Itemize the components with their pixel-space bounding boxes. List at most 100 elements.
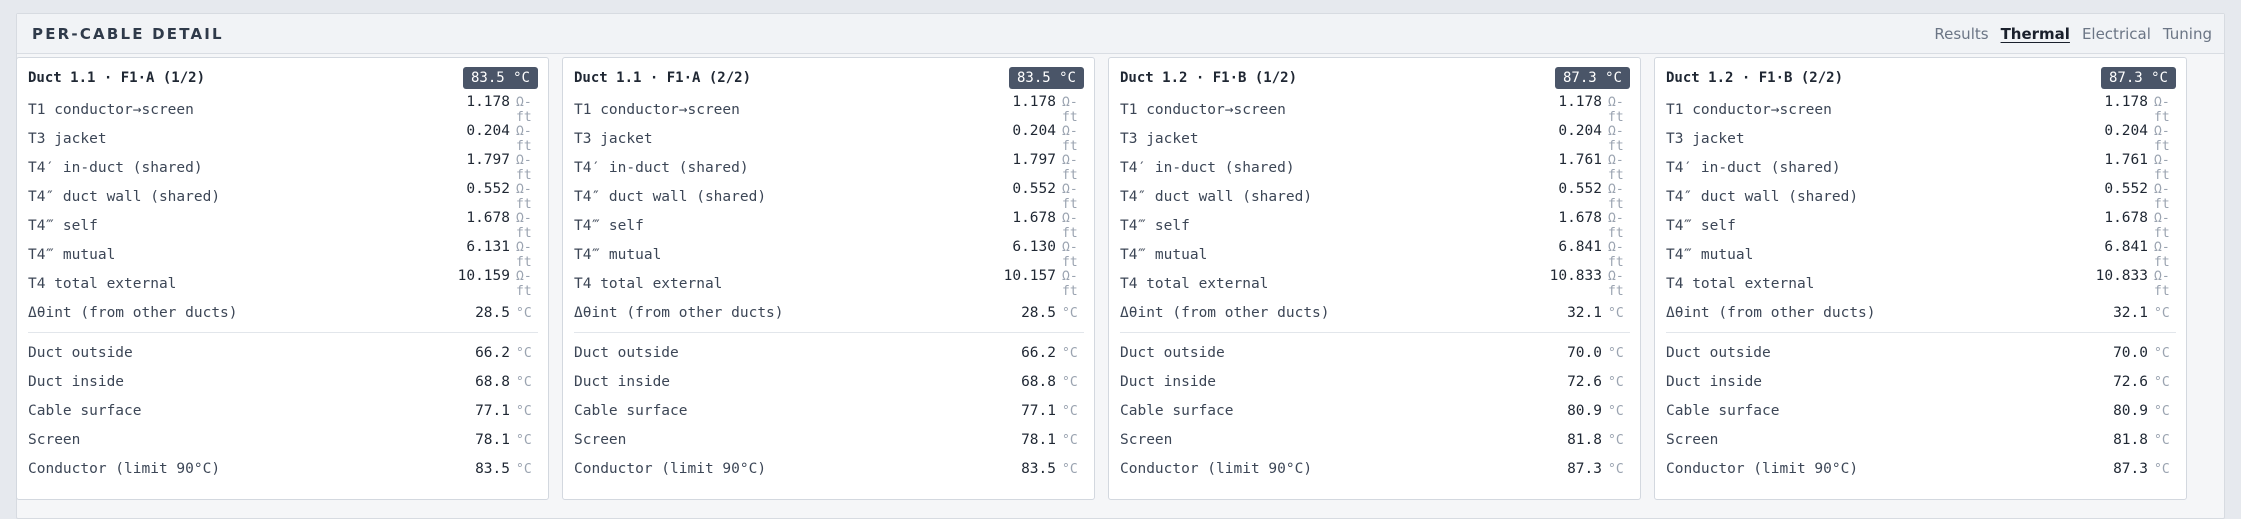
row-unit: Ω-ft [1062, 95, 1078, 125]
row-value: 32.1 [1567, 304, 1602, 321]
row-label: T1 conductor→screen [1120, 101, 1286, 118]
row-unit: Ω-ft [2154, 182, 2170, 212]
temperature-row: Duct inside 68.8 °C [574, 367, 1084, 396]
row-unit: °C [2154, 374, 2170, 390]
tab-tuning[interactable]: Tuning [2163, 25, 2212, 43]
resistance-row: T1 conductor→screen 1.178 Ω-ft [1666, 94, 2176, 125]
row-value: 0.204 [1558, 123, 1602, 139]
resistance-row: T1 conductor→screen 1.178 Ω-ft [1120, 94, 1630, 125]
resistance-row: T4‴ mutual 6.131 Ω-ft [28, 239, 538, 270]
row-label: T3 jacket [1120, 130, 1199, 147]
temperature-row: Cable surface 77.1 °C [28, 396, 538, 425]
row-label: T4‴ mutual [1666, 246, 1754, 263]
temperature-row: Conductor (limit 90°C) 87.3 °C [1666, 454, 2176, 483]
row-unit: °C [1608, 461, 1624, 477]
row-label: Duct outside [28, 344, 133, 361]
card-title: Duct 1.2 · F1·B (2/2) [1666, 69, 1844, 86]
card-header: Duct 1.2 · F1·B (2/2) 87.3 °C [1666, 58, 2176, 95]
resistance-row: T4‴ self 1.678 Ω-ft [1666, 210, 2176, 241]
row-label: T4 total external [28, 275, 177, 292]
row-value: 80.9 [1567, 402, 1602, 419]
tab-results[interactable]: Results [1934, 25, 1988, 43]
temperature-row: Conductor (limit 90°C) 87.3 °C [1120, 454, 1630, 483]
temperature-row: Duct outside 66.2 °C [28, 338, 538, 367]
row-value: 10.157 [1003, 268, 1056, 284]
row-value-group: 1.678 Ω-ft [2104, 210, 2176, 241]
row-label: T1 conductor→screen [574, 101, 740, 118]
row-value-group: 66.2 °C [1021, 345, 1084, 361]
row-label: T4′ in-duct (shared) [1666, 159, 1841, 176]
card-title: Duct 1.1 · F1·A (2/2) [574, 69, 752, 86]
row-value: 68.8 [1021, 373, 1056, 390]
panel-title: PER-CABLE DETAIL [32, 24, 224, 43]
row-value-group: 1.797 Ω-ft [1012, 152, 1084, 183]
conductor-temp-badge: 87.3 °C [1554, 66, 1630, 89]
row-label: T4″ duct wall (shared) [1666, 188, 1859, 205]
row-unit: °C [1062, 305, 1078, 321]
row-unit: Ω-ft [516, 182, 532, 212]
row-label: T4‴ mutual [1120, 246, 1208, 263]
row-unit: Ω-ft [1062, 240, 1078, 270]
cable-cards: Duct 1.1 · F1·A (1/2) 83.5 °C T1 conductor… [16, 57, 2187, 500]
row-label: T4 total external [1120, 275, 1269, 292]
row-value: 6.131 [466, 239, 510, 255]
row-label: T3 jacket [574, 130, 653, 147]
row-value: 72.6 [1567, 373, 1602, 390]
row-value: 6.130 [1012, 239, 1056, 255]
conductor-temp-badge: 87.3 °C [2100, 66, 2176, 89]
row-value-group: 6.841 Ω-ft [2104, 239, 2176, 270]
row-value-group: 87.3 °C [1567, 461, 1630, 477]
row-value-group: 83.5 °C [475, 461, 538, 477]
row-value: 66.2 [475, 344, 510, 361]
temperature-row: Conductor (limit 90°C) 83.5 °C [28, 454, 538, 483]
row-unit: °C [1608, 403, 1624, 419]
row-value-group: 1.678 Ω-ft [466, 210, 538, 241]
row-unit: Ω-ft [1608, 182, 1624, 212]
row-unit: °C [516, 461, 532, 477]
row-value: 0.204 [2104, 123, 2148, 139]
conductor-temp-badge: 83.5 °C [1008, 66, 1084, 89]
row-label: Cable surface [28, 402, 142, 419]
row-label: Screen [1666, 431, 1719, 448]
row-value-group: 66.2 °C [475, 345, 538, 361]
row-label: T4‴ mutual [574, 246, 662, 263]
row-value-group: 28.5 °C [475, 305, 538, 321]
row-value-group: 1.678 Ω-ft [1558, 210, 1630, 241]
temperature-row: Screen 78.1 °C [28, 425, 538, 454]
row-value-group: 1.178 Ω-ft [2104, 94, 2176, 125]
resistance-row: T4″ duct wall (shared) 0.552 Ω-ft [1120, 181, 1630, 212]
row-value-group: 70.0 °C [1567, 345, 1630, 361]
row-value: 0.552 [1558, 181, 1602, 197]
row-value-group: 32.1 °C [1567, 305, 1630, 321]
row-value-group: 68.8 °C [475, 374, 538, 390]
resistance-row: T1 conductor→screen 1.178 Ω-ft [28, 94, 538, 125]
row-value-group: 81.8 °C [2113, 432, 2176, 448]
resistance-row: T4″ duct wall (shared) 0.552 Ω-ft [1666, 181, 2176, 212]
row-value-group: 1.178 Ω-ft [1012, 94, 1084, 125]
row-value-group: 10.157 Ω-ft [1004, 268, 1084, 299]
temperature-row: Duct inside 72.6 °C [1666, 367, 2176, 396]
row-unit: Ω-ft [1608, 95, 1624, 125]
row-label: Cable surface [1120, 402, 1234, 419]
row-unit: Ω-ft [2154, 240, 2170, 270]
row-value-group: 0.204 Ω-ft [466, 123, 538, 154]
row-value: 1.178 [1012, 94, 1056, 110]
tab-electrical[interactable]: Electrical [2082, 25, 2151, 43]
row-unit: Ω-ft [1608, 240, 1624, 270]
row-value: 6.841 [2104, 239, 2148, 255]
row-unit: °C [1062, 345, 1078, 361]
row-value-group: 1.761 Ω-ft [1558, 152, 1630, 183]
row-label: Screen [28, 431, 81, 448]
tab-thermal[interactable]: Thermal [2001, 25, 2070, 43]
row-label: Δθint (from other ducts) [1120, 304, 1330, 321]
row-value: 81.8 [1567, 431, 1602, 448]
row-value: 1.761 [2104, 152, 2148, 168]
row-value-group: 72.6 °C [2113, 374, 2176, 390]
row-value: 28.5 [475, 304, 510, 321]
resistance-row: T4′ in-duct (shared) 1.761 Ω-ft [1120, 152, 1630, 183]
row-value-group: 32.1 °C [2113, 305, 2176, 321]
row-value-group: 1.178 Ω-ft [1558, 94, 1630, 125]
row-unit: °C [516, 403, 532, 419]
row-value: 83.5 [475, 460, 510, 477]
row-unit: Ω-ft [1062, 269, 1078, 299]
